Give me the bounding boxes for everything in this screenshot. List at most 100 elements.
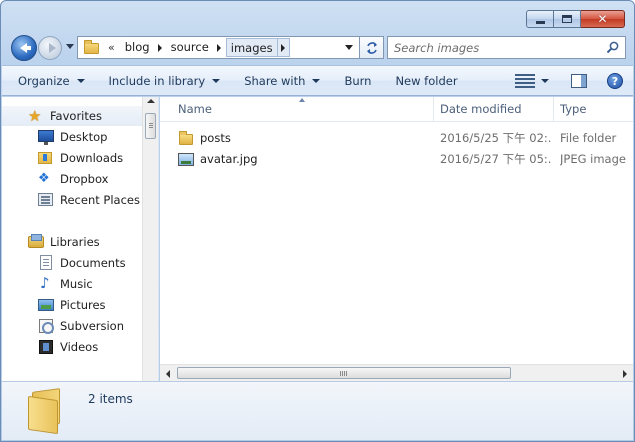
pictures-icon xyxy=(38,297,54,313)
nav-item-downloads[interactable]: Downloads xyxy=(2,148,123,168)
nav-item-videos[interactable]: Videos xyxy=(2,337,98,357)
include-in-library-label: Include in library xyxy=(108,73,206,88)
view-options-dropdown[interactable] xyxy=(541,79,549,83)
file-date: 2016/5/27 下午 05:... xyxy=(440,152,552,166)
column-name[interactable]: Name xyxy=(172,97,434,122)
explorer-window: ✕ « blog source images Search images Org… xyxy=(0,0,635,442)
forward-button[interactable] xyxy=(38,36,62,60)
burn-label: Burn xyxy=(344,73,372,88)
minimize-button[interactable] xyxy=(526,10,554,28)
search-icon[interactable] xyxy=(606,41,619,54)
folder-icon xyxy=(178,131,194,146)
nav-item-label: Subversion xyxy=(60,319,125,333)
breadcrumb-arrow[interactable] xyxy=(276,38,290,57)
breadcrumb-images[interactable]: images xyxy=(225,38,277,57)
scroll-up-icon[interactable] xyxy=(147,99,155,103)
nav-libraries[interactable]: Libraries xyxy=(2,232,100,252)
nav-pane-scrollbar[interactable] xyxy=(142,97,158,381)
breadcrumb-overflow[interactable]: « xyxy=(108,41,115,54)
search-input[interactable] xyxy=(394,40,594,55)
share-with-button[interactable]: Share with xyxy=(236,69,328,93)
recent-pages-dropdown[interactable] xyxy=(66,44,74,49)
address-history-dropdown[interactable] xyxy=(345,45,353,50)
horizontal-scroll-thumb[interactable] xyxy=(177,367,511,379)
nav-favorites[interactable]: ★ Favorites xyxy=(2,106,144,126)
navigation-bar: « blog source images xyxy=(9,35,626,61)
downloads-icon xyxy=(38,150,54,166)
search-box[interactable] xyxy=(387,36,626,59)
chevron-down-icon xyxy=(76,78,85,83)
back-button[interactable] xyxy=(11,35,37,61)
breadcrumb-arrow[interactable] xyxy=(213,38,226,57)
star-icon: ★ xyxy=(28,107,42,125)
nav-item-desktop[interactable]: Desktop xyxy=(2,127,107,147)
forward-arrow-icon xyxy=(48,43,56,53)
details-pane: 2 items xyxy=(2,381,633,440)
new-folder-label: New folder xyxy=(395,73,458,88)
preview-pane-icon[interactable] xyxy=(571,74,587,88)
nav-item-subversion[interactable]: Subversion xyxy=(2,316,124,336)
command-bar: Organize Include in library Share with B… xyxy=(2,65,633,96)
nav-item-label: Downloads xyxy=(60,151,124,165)
breadcrumb-blog[interactable]: blog xyxy=(121,38,154,57)
maximize-button[interactable] xyxy=(554,10,581,28)
dropbox-icon: ❖ xyxy=(38,171,50,186)
breadcrumb-source[interactable]: source xyxy=(167,38,213,57)
nav-scroll-thumb[interactable] xyxy=(145,113,156,139)
include-in-library-button[interactable]: Include in library xyxy=(101,69,229,93)
burn-button[interactable]: Burn xyxy=(336,69,379,93)
scroll-left-icon[interactable] xyxy=(166,370,170,378)
file-type: JPEG image xyxy=(560,152,626,166)
nav-favorites-label: Favorites xyxy=(50,109,102,123)
nav-item-label: Recent Places xyxy=(60,193,140,207)
image-file-icon xyxy=(178,152,194,167)
libraries-icon xyxy=(28,234,44,250)
scroll-right-icon[interactable] xyxy=(623,370,627,378)
refresh-button[interactable] xyxy=(360,36,384,59)
item-count: 2 items xyxy=(88,392,133,406)
organize-label: Organize xyxy=(18,73,70,88)
close-button[interactable]: ✕ xyxy=(581,10,625,28)
file-row[interactable]: posts 2016/5/25 下午 02:... File folder xyxy=(178,128,634,149)
nav-item-label: Music xyxy=(60,277,93,291)
file-row[interactable]: avatar.jpg 2016/5/27 下午 05:... JPEG imag… xyxy=(178,149,634,170)
share-with-label: Share with xyxy=(244,73,306,88)
videos-icon xyxy=(38,339,54,355)
nav-item-label: Documents xyxy=(60,256,126,270)
chevron-down-icon xyxy=(212,78,221,83)
file-list-pane: Name Date modified Type posts 2016/5/25 … xyxy=(160,97,633,381)
nav-item-label: Videos xyxy=(60,340,99,354)
column-headers: Name Date modified Type xyxy=(160,97,633,122)
nav-item-label: Dropbox xyxy=(60,172,109,186)
chevron-down-icon xyxy=(312,78,321,83)
folder-thumbnail-icon xyxy=(28,388,64,435)
nav-item-dropbox[interactable]: ❖ Dropbox xyxy=(2,169,108,189)
help-icon[interactable]: ? xyxy=(607,73,623,89)
back-arrow-icon xyxy=(19,43,31,53)
desktop-icon xyxy=(38,129,54,145)
horizontal-scrollbar[interactable] xyxy=(160,364,633,381)
refresh-icon xyxy=(366,41,377,54)
nav-item-recent-places[interactable]: Recent Places xyxy=(2,190,140,210)
nav-item-music[interactable]: ♪ Music xyxy=(2,274,93,294)
new-folder-button[interactable]: New folder xyxy=(387,69,465,93)
view-controls: ? xyxy=(515,69,623,93)
nav-item-documents[interactable]: Documents xyxy=(2,253,126,273)
nav-libraries-label: Libraries xyxy=(50,235,100,249)
breadcrumb-arrow[interactable] xyxy=(154,38,167,57)
file-name: posts xyxy=(200,131,231,145)
organize-button[interactable]: Organize xyxy=(10,69,93,93)
nav-item-label: Pictures xyxy=(60,298,106,312)
subversion-icon xyxy=(38,318,54,334)
file-date: 2016/5/25 下午 02:... xyxy=(440,131,552,145)
change-view-icon[interactable] xyxy=(515,74,535,88)
address-bar[interactable]: « blog source images xyxy=(77,36,360,59)
minimize-icon xyxy=(535,20,545,24)
music-icon: ♪ xyxy=(40,274,50,292)
column-date-modified[interactable]: Date modified xyxy=(434,97,554,122)
close-icon: ✕ xyxy=(597,12,608,26)
file-name: avatar.jpg xyxy=(200,152,258,166)
nav-item-pictures[interactable]: Pictures xyxy=(2,295,106,315)
window-controls: ✕ xyxy=(526,10,625,28)
column-type[interactable]: Type xyxy=(554,97,634,122)
